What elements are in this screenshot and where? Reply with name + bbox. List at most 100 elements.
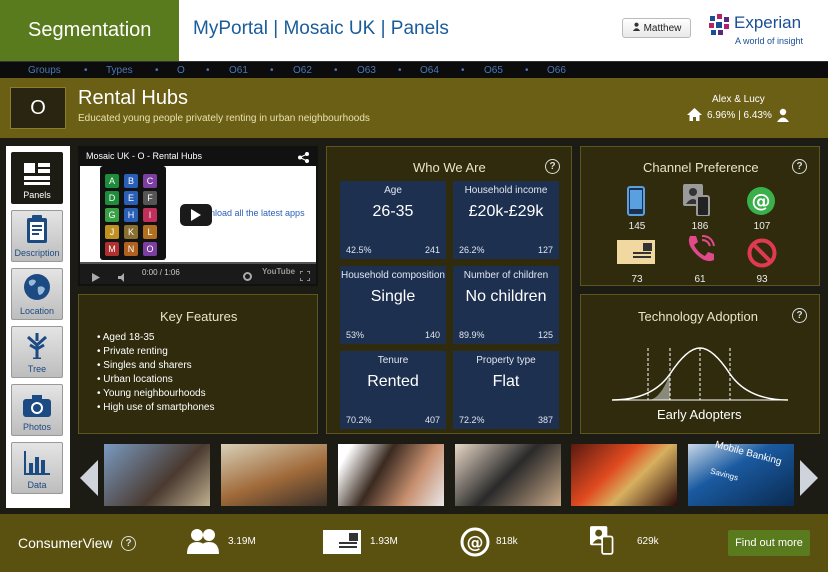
youtube-icon[interactable]: YouTube bbox=[262, 267, 295, 276]
who-we-are-tile[interactable]: Age 26-35 42.5% 241 bbox=[340, 181, 446, 259]
photo-young-people-city[interactable] bbox=[104, 444, 210, 506]
app-tile: J bbox=[105, 225, 119, 239]
help-icon[interactable]: ? bbox=[792, 308, 807, 323]
tile-index: 127 bbox=[537, 245, 553, 255]
nav-o62[interactable]: O62 bbox=[293, 65, 312, 76]
nav-o65[interactable]: O65 bbox=[484, 65, 503, 76]
pen-portrait-names: Alex & Lucy bbox=[712, 94, 765, 105]
globe-icon bbox=[23, 273, 51, 306]
nav-o64[interactable]: O64 bbox=[420, 65, 439, 76]
tile-percentage: 42.5% bbox=[346, 245, 372, 255]
help-icon[interactable]: ? bbox=[792, 159, 807, 174]
sidebar-label-location: Location bbox=[19, 306, 55, 316]
app-tile: B bbox=[124, 174, 138, 188]
clipboard-icon bbox=[26, 215, 48, 248]
channel-count: 107 bbox=[753, 221, 771, 232]
photo-tablet-user[interactable] bbox=[455, 444, 561, 506]
settings-icon[interactable] bbox=[243, 268, 252, 286]
nav-o66[interactable]: O66 bbox=[547, 65, 566, 76]
sidebar-item-photos[interactable]: Photos bbox=[11, 384, 63, 436]
tile-value: Rented bbox=[367, 373, 419, 390]
segment-code: O bbox=[10, 87, 66, 129]
adoption-label: Early Adopters bbox=[657, 407, 742, 422]
sidebar-item-tree[interactable]: Tree bbox=[11, 326, 63, 378]
nav-o[interactable]: O bbox=[177, 65, 185, 76]
tile-index: 125 bbox=[537, 330, 553, 340]
sidebar-item-description[interactable]: Description bbox=[11, 210, 63, 262]
segment-name: Rental Hubs bbox=[78, 87, 189, 109]
sidebar-item-data[interactable]: Data bbox=[11, 442, 63, 494]
no-contact-icon bbox=[747, 238, 777, 273]
people-icon bbox=[186, 528, 220, 559]
mobile-phone-icon bbox=[627, 186, 645, 221]
key-features-list: Aged 18-35 Private renting Singles and s… bbox=[97, 331, 215, 415]
sidebar: Panels Description Location Tree Photos … bbox=[6, 146, 70, 508]
sidebar-label-tree: Tree bbox=[27, 364, 47, 374]
app-tile: F bbox=[143, 191, 157, 205]
svg-text:@: @ bbox=[467, 533, 484, 553]
sidebar-item-panels[interactable]: Panels bbox=[11, 152, 63, 204]
who-we-are-tile[interactable]: Tenure Rented 70.2% 407 bbox=[340, 351, 446, 429]
help-icon[interactable]: ? bbox=[545, 159, 560, 174]
sidebar-item-location[interactable]: Location bbox=[11, 268, 63, 320]
app-tile: E bbox=[124, 191, 138, 205]
video-progress[interactable] bbox=[80, 262, 316, 264]
photo-group-outdoors[interactable] bbox=[221, 444, 327, 506]
experian-logo-icon[interactable] bbox=[708, 14, 732, 43]
mail-letter-icon bbox=[323, 530, 361, 559]
sidebar-label-photos: Photos bbox=[22, 422, 52, 432]
photo-couple-drinks[interactable] bbox=[338, 444, 444, 506]
channel-count: 145 bbox=[628, 221, 646, 232]
who-we-are-tile[interactable]: Household composition Single 53% 140 bbox=[340, 266, 446, 344]
user-button[interactable]: Matthew bbox=[622, 18, 691, 38]
sidebar-label-description: Description bbox=[14, 248, 60, 258]
who-we-are-tile[interactable]: Property type Flat 72.2% 387 bbox=[453, 351, 559, 429]
list-item: Singles and sharers bbox=[97, 359, 214, 373]
brand-tagline: A world of insight bbox=[735, 36, 804, 46]
play-button[interactable] bbox=[180, 204, 212, 226]
volume-icon[interactable] bbox=[118, 269, 130, 287]
app-tile: K bbox=[124, 225, 138, 239]
person-phone-icon bbox=[590, 524, 616, 561]
app-tile: G bbox=[105, 208, 119, 222]
photo-party-night[interactable] bbox=[571, 444, 677, 506]
app-tile: O bbox=[143, 242, 157, 256]
list-item: Urban locations bbox=[97, 373, 214, 387]
nav-groups[interactable]: Groups bbox=[28, 65, 61, 76]
tile-value: 26-35 bbox=[372, 203, 414, 220]
app-tile: M bbox=[105, 242, 119, 256]
tile-index: 241 bbox=[424, 245, 440, 255]
list-item: High use of smartphones bbox=[97, 401, 214, 415]
stat-value: 629k bbox=[637, 536, 659, 547]
help-icon[interactable]: ? bbox=[121, 536, 136, 551]
section-title: Segmentation bbox=[0, 0, 179, 61]
find-out-more-button[interactable]: Find out more bbox=[728, 530, 810, 556]
stat-value: 818k bbox=[496, 536, 518, 547]
who-we-are-tile[interactable]: Household income £20k-£29k 26.2% 127 bbox=[453, 181, 559, 259]
play-small-icon[interactable] bbox=[92, 269, 100, 287]
who-we-are-title: Who We Are bbox=[413, 160, 486, 175]
nav-o61[interactable]: O61 bbox=[229, 65, 248, 76]
list-item: Private renting bbox=[97, 345, 214, 359]
segment-description: Educated young people privately renting … bbox=[78, 113, 370, 124]
tile-percentage: 89.9% bbox=[459, 330, 485, 340]
photo-mobile-banking[interactable]: Mobile Banking Savings bbox=[688, 439, 794, 506]
brand-name: Experian bbox=[734, 13, 802, 32]
carousel-next-icon[interactable] bbox=[800, 460, 818, 501]
email-at-icon: @ bbox=[746, 186, 776, 221]
play-icon bbox=[191, 209, 201, 221]
carousel-prev-icon[interactable] bbox=[80, 460, 98, 501]
tile-index: 140 bbox=[424, 330, 440, 340]
nav-o63[interactable]: O63 bbox=[357, 65, 376, 76]
who-we-are-tile[interactable]: Number of children No children 89.9% 125 bbox=[453, 266, 559, 344]
consumerview-title: ConsumerView bbox=[18, 535, 113, 551]
app-tile: I bbox=[143, 208, 157, 222]
nav-types[interactable]: Types bbox=[106, 65, 133, 76]
video-title: Mosaic UK - O - Rental Hubs bbox=[86, 151, 203, 161]
house-icon bbox=[687, 108, 702, 126]
mail-letter-icon bbox=[617, 240, 655, 269]
fullscreen-icon[interactable] bbox=[299, 268, 311, 286]
tile-percentage: 53% bbox=[346, 330, 365, 340]
breadcrumb-nav: Groups • Types • O • O61 • O62 • O63 • O… bbox=[0, 61, 828, 78]
tile-label: Household composition bbox=[341, 270, 445, 281]
